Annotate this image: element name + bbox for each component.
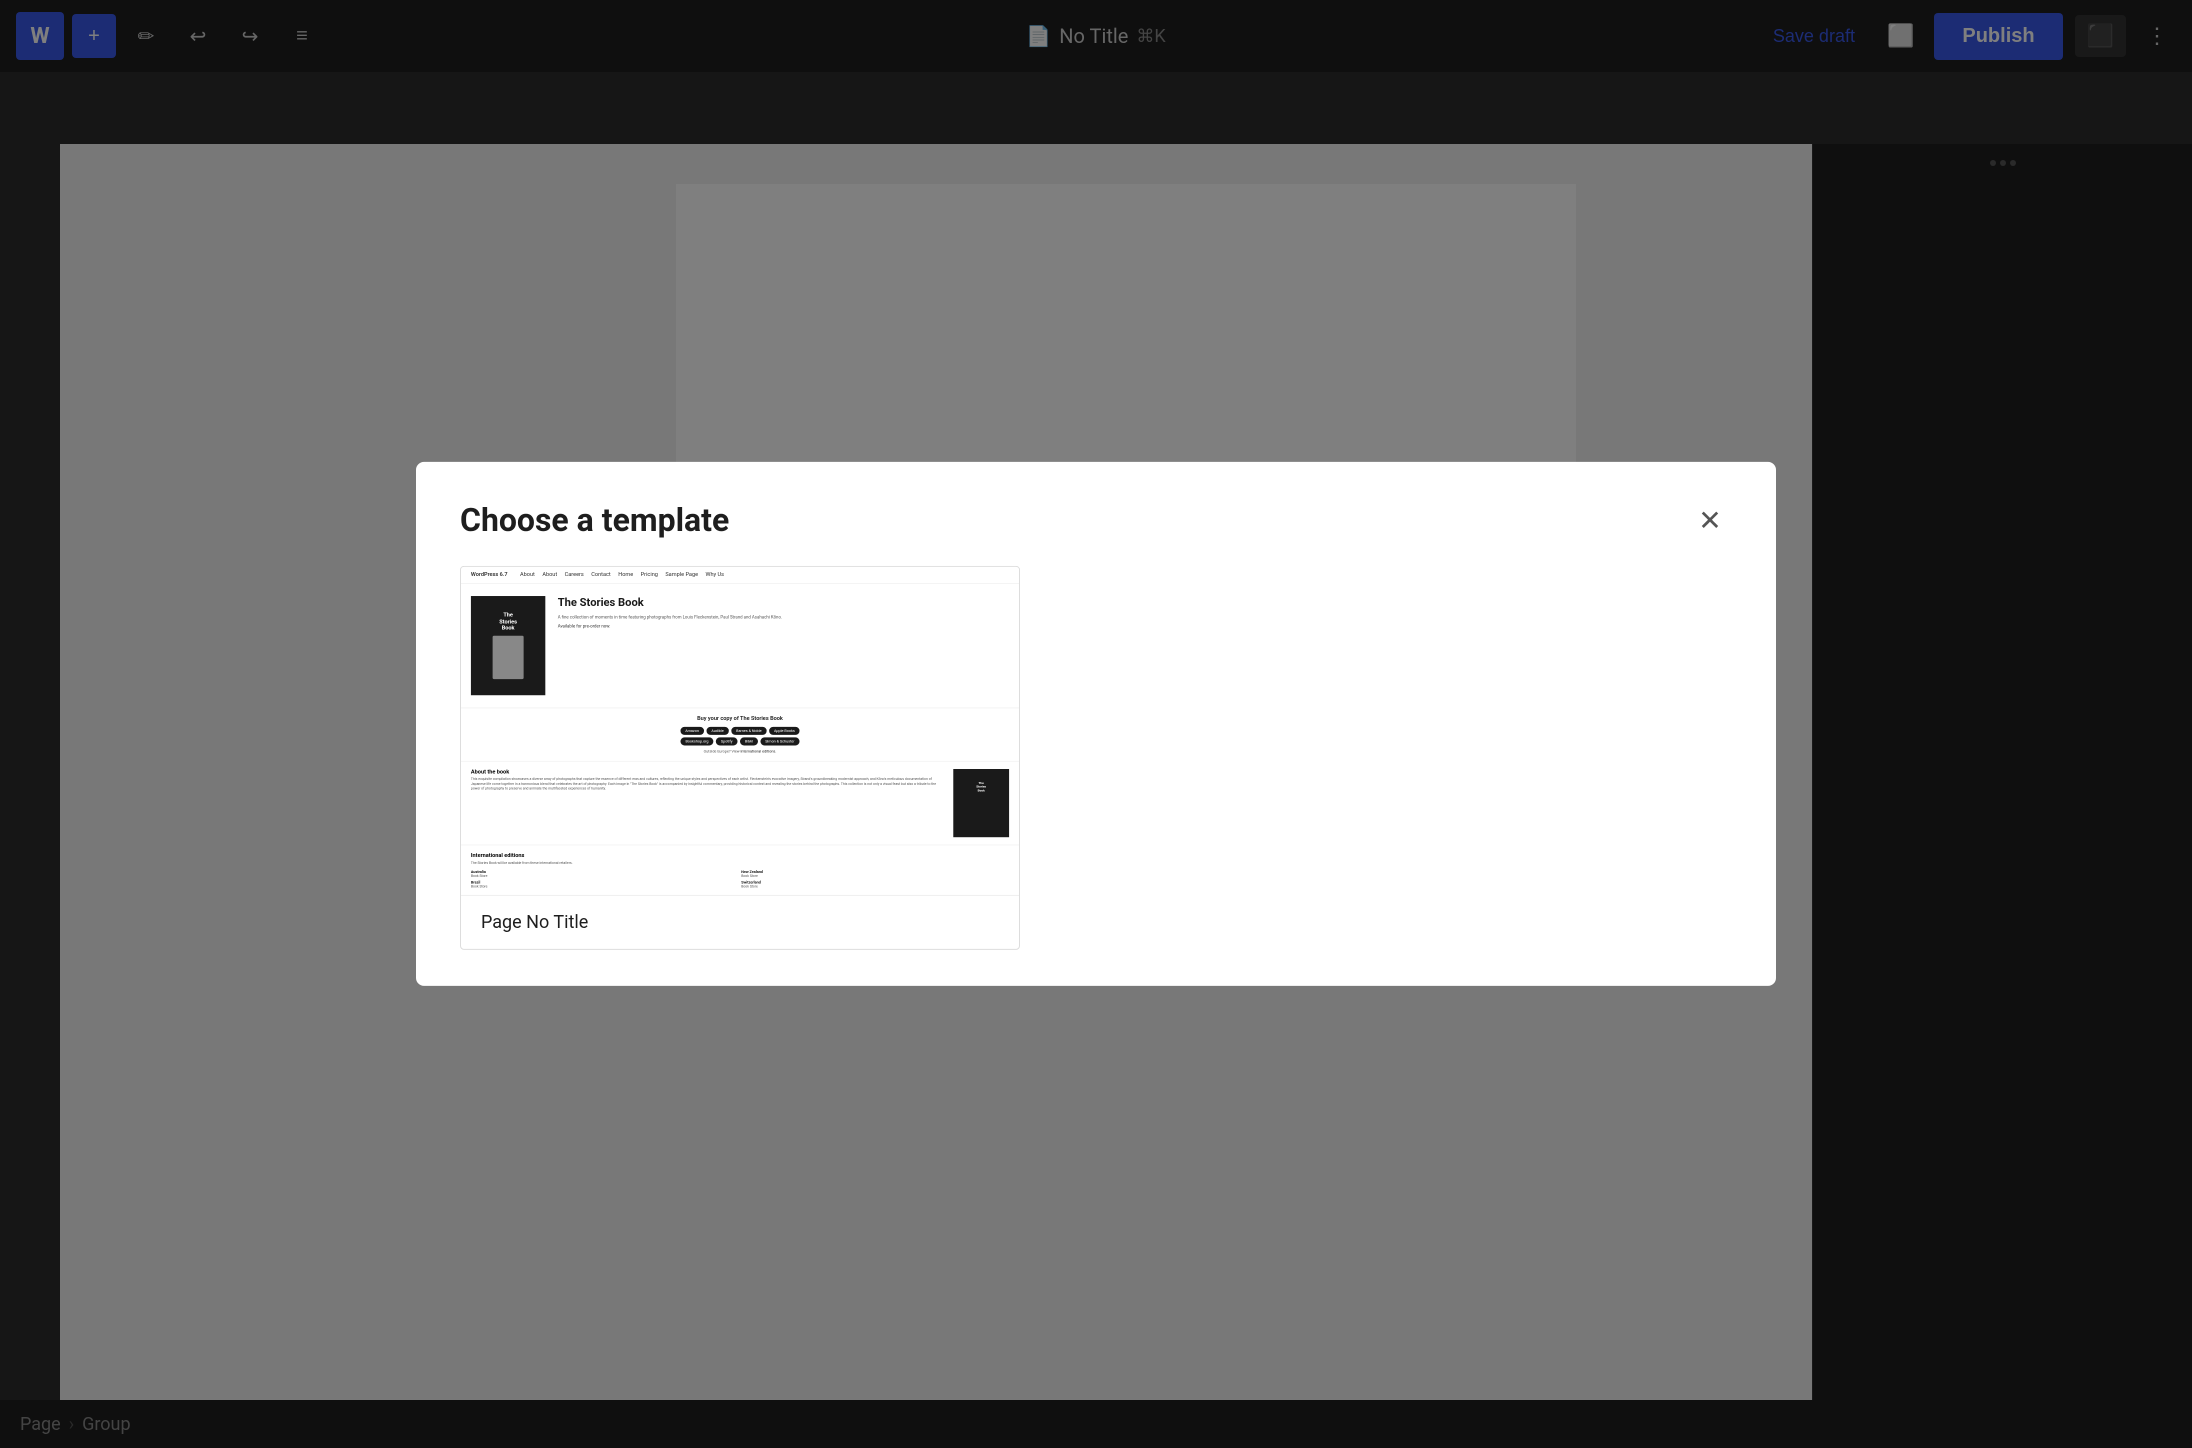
modal-content: WordPress 6.7 About About Careers Contac… [416, 566, 1776, 986]
modal-close-button[interactable]: ✕ [1688, 498, 1732, 542]
preview-buy-btn-bam: B&M [740, 737, 758, 745]
preview-buy-btn-bookshop: Bookshop.org [680, 737, 713, 745]
preview-buy-btn-spotify: Spotify [716, 737, 738, 745]
preview-intl-description: The Stories Book will be available from … [471, 861, 1009, 865]
preview-about-heading: About the book [471, 769, 946, 775]
preview-hero: TheStoriesBook The Stories Book A fine c… [461, 584, 1019, 708]
preview-hero-availability: Available for pre-order now. [558, 624, 1009, 629]
preview-nav-brand: WordPress 6.7 [471, 572, 508, 578]
preview-buy-buttons: Amazon Audible Barnes & Noble Apple Book… [471, 727, 1009, 735]
preview-buy-btn-simon: Simon & Schuster [760, 737, 799, 745]
preview-nav-link-3: Careers [565, 572, 584, 578]
preview-outside-text: Outside Europe? View international editi… [471, 749, 1009, 753]
preview-book-cover: TheStoriesBook [471, 596, 545, 695]
preview-nav-link-6: Pricing [641, 572, 658, 578]
preview-buy-section: Buy your copy of The Stories Book Amazon… [461, 708, 1019, 761]
preview-intl-newzealand: New Zealand Book Store [741, 870, 1009, 878]
modal-title: Choose a template [460, 501, 729, 539]
preview-book-title: TheStoriesBook [493, 612, 524, 632]
preview-about-text: About the book This exquisite compilatio… [471, 769, 946, 837]
preview-nav-link-8: Why Us [706, 572, 725, 578]
preview-hero-heading: The Stories Book [558, 596, 1009, 609]
template-preview: WordPress 6.7 About About Careers Contac… [461, 567, 1019, 896]
preview-inner: WordPress 6.7 About About Careers Contac… [461, 567, 1019, 896]
preview-buy-title: Buy your copy of The Stories Book [471, 716, 1009, 722]
preview-buy-btn-apple: Apple Books [769, 727, 800, 735]
preview-intl-brazil: Brazil Book Store [471, 881, 739, 889]
preview-buy-btn-audible: Audible [706, 727, 728, 735]
preview-intl-heading: International editions [471, 853, 1009, 859]
preview-nav-link-5: Home [618, 572, 633, 578]
preview-intl-link: international editions. [741, 749, 777, 753]
preview-nav: WordPress 6.7 About About Careers Contac… [461, 567, 1019, 584]
preview-intl-grid: Australia Book Store New Zealand Book St… [471, 870, 1009, 889]
template-card[interactable]: WordPress 6.7 About About Careers Contac… [460, 566, 1020, 950]
preview-bust-image [493, 636, 524, 679]
preview-buy-buttons-2: Bookshop.org Spotify B&M Simon & Schuste… [471, 737, 1009, 745]
preview-about-section: About the book This exquisite compilatio… [461, 761, 1019, 845]
preview-intl-australia: Australia Book Store [471, 870, 739, 878]
preview-nav-link-1: About [520, 572, 535, 578]
preview-nav-link-7: Sample Page [665, 572, 698, 578]
preview-about-body: This exquisite compilation showcases a d… [471, 778, 946, 792]
preview-nav-link-4: Contact [591, 572, 611, 578]
preview-hero-text: The Stories Book A fine collection of mo… [558, 596, 1009, 629]
preview-buy-btn-amazon: Amazon [680, 727, 704, 735]
preview-buy-btn-bn: Barnes & Noble [731, 727, 766, 735]
preview-intl-switzerland: Switzerland Book Store [741, 881, 1009, 889]
preview-about-book-image: TheStoriesBook [953, 769, 1009, 837]
preview-international-section: International editions The Stories Book … [461, 845, 1019, 896]
choose-template-modal: Choose a template ✕ WordPress 6.7 About … [416, 462, 1776, 986]
preview-nav-link-2: About [542, 572, 557, 578]
preview-hero-description: A fine collection of moments in time fea… [558, 614, 1009, 620]
modal-header: Choose a template ✕ [416, 462, 1776, 566]
template-card-label: Page No Title [461, 896, 1019, 949]
